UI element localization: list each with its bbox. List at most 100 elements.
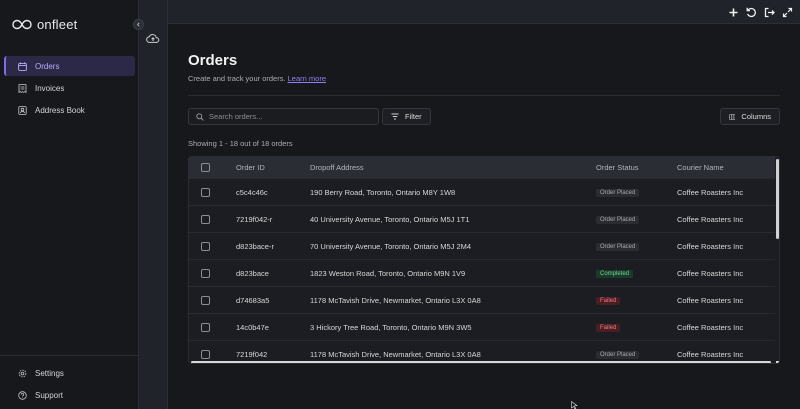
search-input[interactable] [209,112,369,121]
sign-out-button[interactable] [763,6,776,19]
courier-name: Coffee Roasters Inc [677,268,744,278]
dropoff-address: 1178 McTavish Drive, Newmarket, Ontario … [310,349,481,359]
onfleet-logo-icon [12,19,32,30]
status-badge-cell: Failed [596,295,621,305]
row-checkbox[interactable] [201,187,210,197]
help-circle-icon [18,390,27,400]
cloud-upload-button[interactable] [146,31,160,49]
status-badge: Completed [596,270,634,278]
dropoff-address: 1823 Weston Road, Toronto, Ontario M9N 1… [310,268,466,278]
table-row[interactable]: d823bace 1823 Weston Road, Toronto, Onta… [189,260,775,287]
column-header-order-id[interactable]: Order ID [236,163,265,172]
order-id: 14c0b47e [236,322,269,332]
order-id: 7219f042 [236,349,268,359]
collapse-sidebar-button[interactable] [133,19,144,30]
order-id: d74683a5 [236,295,270,305]
dropoff-address: 70 University Avenue, Toronto, Ontario M… [310,241,472,251]
status-badge-cell: Order Placed [596,349,640,359]
contact-book-icon [18,105,27,115]
sidebar-item-orders[interactable]: Orders [4,56,135,76]
sidebar: onfleet Orders Invoices Address Book Set… [0,0,139,409]
expand-button[interactable] [781,6,794,19]
sidebar-item-support[interactable]: Support [4,385,135,405]
filter-button[interactable]: Filter [382,108,431,125]
courier-name: Coffee Roasters Inc [677,214,744,224]
sidebar-item-label: Settings [35,368,64,378]
columns-icon [729,113,736,120]
order-id: d823bace [236,268,269,278]
row-checkbox[interactable] [201,241,210,251]
sidebar-item-label: Orders [35,61,60,71]
sidebar-nav: Orders Invoices Address Book [4,56,135,122]
row-checkbox[interactable] [201,322,210,332]
logo-text: onfleet [37,17,78,32]
table-row[interactable]: 7219f042-r 40 University Avenue, Toronto… [189,206,775,233]
search-icon [196,112,204,121]
logo[interactable]: onfleet [12,17,77,32]
refresh-button[interactable] [745,6,758,19]
courier-name: Coffee Roasters Inc [677,241,744,251]
mouse-cursor-icon [571,401,578,409]
dropoff-address: 1178 McTavish Drive, Newmarket, Ontario … [310,295,481,305]
plus-icon [729,8,738,17]
filter-button-label: Filter [405,112,422,121]
table-header: Order ID Dropoff Address Order Status Co… [189,157,775,179]
order-id: d823bace-r [236,241,274,251]
new-order-button[interactable] [727,6,740,19]
main-content: Orders Create and track your orders. Lea… [168,25,800,409]
status-badge-cell: Completed [596,268,634,278]
calendar-icon [18,61,27,71]
status-badge-cell: Order Placed [596,187,640,197]
status-badge: Failed [596,297,621,305]
columns-button[interactable]: Columns [720,108,780,125]
status-badge: Failed [596,324,621,332]
table-row[interactable]: 14c0b47e 3 Hickory Tree Road, Toronto, O… [189,314,775,341]
row-checkbox[interactable] [201,295,210,305]
status-badge-cell: Order Placed [596,241,640,251]
dropoff-address: 40 University Avenue, Toronto, Ontario M… [310,214,470,224]
page-subtitle-text: Create and track your orders. [188,74,286,83]
table-row[interactable]: d74683a5 1178 McTavish Drive, Newmarket,… [189,287,775,314]
courier-name: Coffee Roasters Inc [677,349,744,359]
sidebar-item-label: Address Book [35,105,85,115]
receipt-icon [18,83,27,93]
status-badge: Order Placed [596,189,640,197]
dropoff-address: 190 Berry Road, Toronto, Ontario M8Y 1W8 [310,187,456,197]
column-header-status[interactable]: Order Status [596,163,639,172]
order-id: c5c4c46c [236,187,268,197]
orders-table: Order ID Dropoff Address Order Status Co… [188,156,780,364]
column-header-address[interactable]: Dropoff Address [310,163,364,172]
horizontal-scrollbar[interactable] [191,361,771,363]
topbar [168,0,800,24]
sidebar-bottom-nav: Settings Support [4,363,135,407]
refresh-icon [746,7,756,18]
status-badge: Order Placed [596,216,640,224]
sidebar-item-label: Support [35,390,64,400]
row-checkbox[interactable] [201,349,210,359]
dropoff-address: 3 Hickory Tree Road, Toronto, Ontario M9… [310,322,472,332]
sidebar-item-address-book[interactable]: Address Book [4,100,135,120]
table-row[interactable]: c5c4c46c 190 Berry Road, Toronto, Ontari… [189,179,775,206]
sidebar-divider [0,355,139,356]
learn-more-link[interactable]: Learn more [288,74,326,83]
columns-button-label: Columns [741,112,771,121]
column-header-courier[interactable]: Courier Name [677,163,724,172]
sidebar-item-settings[interactable]: Settings [4,363,135,383]
filter-icon [391,113,399,120]
row-checkbox[interactable] [201,268,210,278]
select-all-checkbox[interactable] [201,163,210,172]
title-divider [188,95,780,96]
status-badge-cell: Failed [596,322,621,332]
table-row[interactable]: d823bace-r 70 University Avenue, Toronto… [189,233,775,260]
status-badge: Order Placed [596,243,640,251]
courier-name: Coffee Roasters Inc [677,322,744,332]
row-checkbox[interactable] [201,214,210,224]
vertical-scrollbar[interactable] [776,159,779,239]
sidebar-item-label: Invoices [35,83,65,93]
results-count: Showing 1 - 18 out of 18 orders [188,139,293,148]
sidebar-item-invoices[interactable]: Invoices [4,78,135,98]
status-badge-cell: Order Placed [596,214,640,224]
order-id: 7219f042-r [236,214,273,224]
gear-icon [18,369,27,377]
expand-icon [782,7,793,18]
